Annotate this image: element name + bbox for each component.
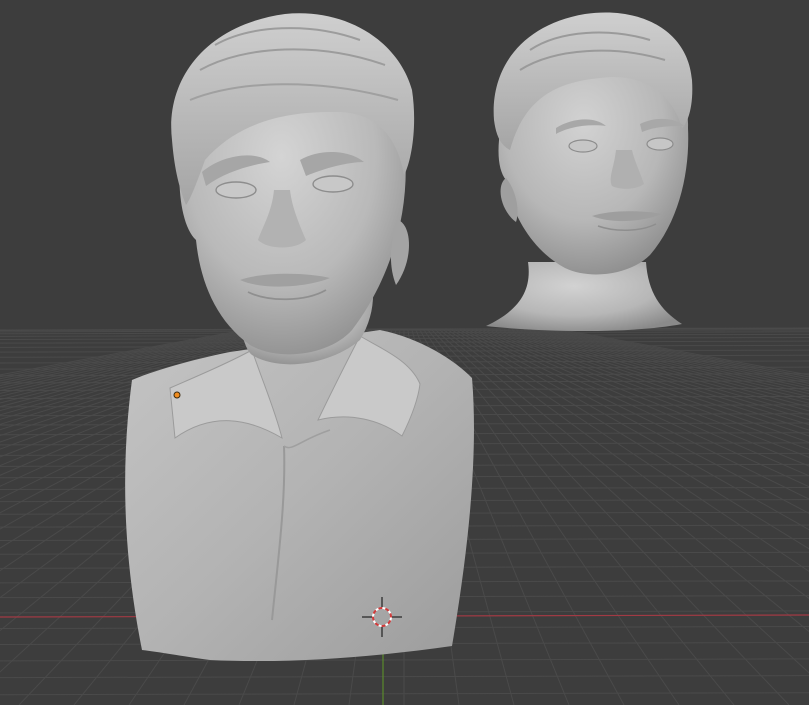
head-small-mesh[interactable] [486, 12, 693, 331]
bust-large-mesh[interactable] [125, 13, 474, 662]
object-origin-dot [173, 391, 181, 399]
3d-viewport[interactable] [0, 0, 809, 705]
viewport-canvas[interactable] [0, 0, 809, 705]
